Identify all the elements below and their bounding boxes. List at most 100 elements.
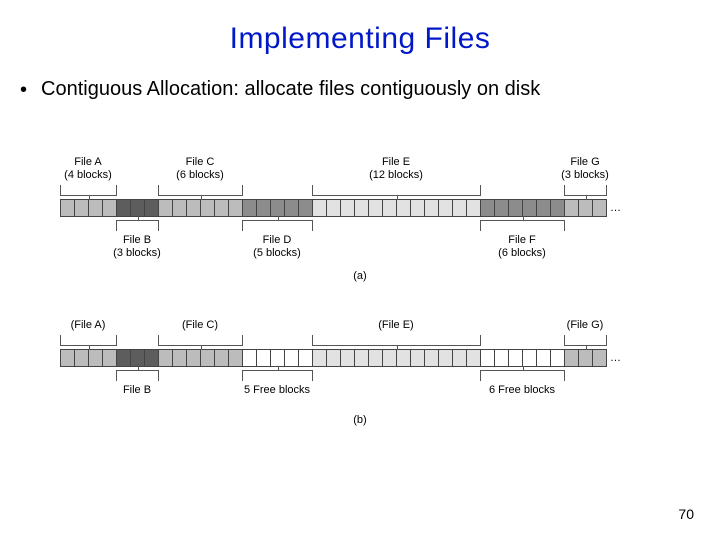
block-cell [285,200,299,216]
block-cell [243,350,257,366]
block-cell [201,350,215,366]
panel-b: (File A)(File C)(File E)(File G) … File … [60,316,660,426]
block-cell [383,350,397,366]
block-cell [439,350,453,366]
block-cell [173,350,187,366]
block-cell [313,200,327,216]
file-label: File E(12 blocks) [356,156,436,182]
block-cell [481,200,495,216]
block-cell [187,200,201,216]
ellipsis: … [607,202,622,214]
block-cell [397,350,411,366]
block-cell [341,200,355,216]
block-cell [271,200,285,216]
block-cell [327,350,341,366]
page-title: Implementing Files [0,0,720,56]
file-label: File C(6 blocks) [160,156,240,182]
block-cell [299,350,313,366]
bullet-text: Contiguous Allocation: allocate files co… [41,78,540,101]
block-cell [89,350,103,366]
block-cell [509,350,523,366]
block-cell [425,350,439,366]
block-cell [425,200,439,216]
block-cell [75,350,89,366]
file-label: (File A) [48,319,128,332]
block-cell [481,350,495,366]
block-cell [201,200,215,216]
block-cell [215,200,229,216]
panel-b-strip: … [60,350,660,366]
block-cell [103,200,117,216]
block-cell [593,350,607,366]
block-cell [551,200,565,216]
block-cell [355,350,369,366]
block-cell [299,200,313,216]
block-cell [579,350,593,366]
block-cell [229,350,243,366]
file-label: File G(3 blocks) [545,156,625,182]
block-cell [313,350,327,366]
block-cell [383,200,397,216]
file-label: File B [97,384,177,397]
block-cell [187,350,201,366]
block-cell [285,350,299,366]
page-number: 70 [678,506,694,522]
block-cell [229,200,243,216]
block-cell [117,350,131,366]
block-cell [453,350,467,366]
block-cell [565,350,579,366]
block-cell [467,200,481,216]
block-cell [243,200,257,216]
block-cell [257,200,271,216]
diagram: File A(4 blocks)File C(6 blocks)File E(1… [60,160,660,426]
block-cell [495,200,509,216]
block-cell [145,350,159,366]
block-cell [537,200,551,216]
file-label: (File C) [160,319,240,332]
block-cell [341,350,355,366]
block-cell [117,200,131,216]
file-label: 6 Free blocks [482,384,562,397]
panel-a: File A(4 blocks)File C(6 blocks)File E(1… [60,160,660,282]
block-cell [131,350,145,366]
bullet-dot-icon: • [20,80,27,100]
block-cell [579,200,593,216]
block-cell [369,200,383,216]
block-cell [159,350,173,366]
panel-a-caption: (a) [60,270,660,282]
file-label: 5 Free blocks [237,384,317,397]
block-cell [551,350,565,366]
block-cell [89,200,103,216]
file-label: (File E) [356,319,436,332]
block-cell [61,200,75,216]
panel-a-top-labels: File A(4 blocks)File C(6 blocks)File E(1… [60,160,660,196]
block-cell [453,200,467,216]
block-cell [271,350,285,366]
block-cell [131,200,145,216]
block-cell [411,200,425,216]
block-cell [145,200,159,216]
block-cell [509,200,523,216]
block-cell [369,350,383,366]
block-cell [103,350,117,366]
block-cell [523,200,537,216]
block-cell [355,200,369,216]
block-cell [159,200,173,216]
block-cell [327,200,341,216]
block-cell [75,200,89,216]
file-label: File F(6 blocks) [482,234,562,260]
block-cell [495,350,509,366]
panel-b-bottom-labels: File B 5 Free blocks 6 Free blocks [60,370,660,408]
block-cell [173,200,187,216]
block-cell [215,350,229,366]
block-cell [593,200,607,216]
panel-a-bottom-labels: File B(3 blocks)File D(5 blocks)File F(6… [60,220,660,264]
panel-b-caption: (b) [60,414,660,426]
block-cell [411,350,425,366]
block-cell [523,350,537,366]
block-cell [61,350,75,366]
file-label: (File G) [545,319,625,332]
file-label: File B(3 blocks) [97,234,177,260]
file-label: File A(4 blocks) [48,156,128,182]
panel-b-top-labels: (File A)(File C)(File E)(File G) [60,316,660,346]
